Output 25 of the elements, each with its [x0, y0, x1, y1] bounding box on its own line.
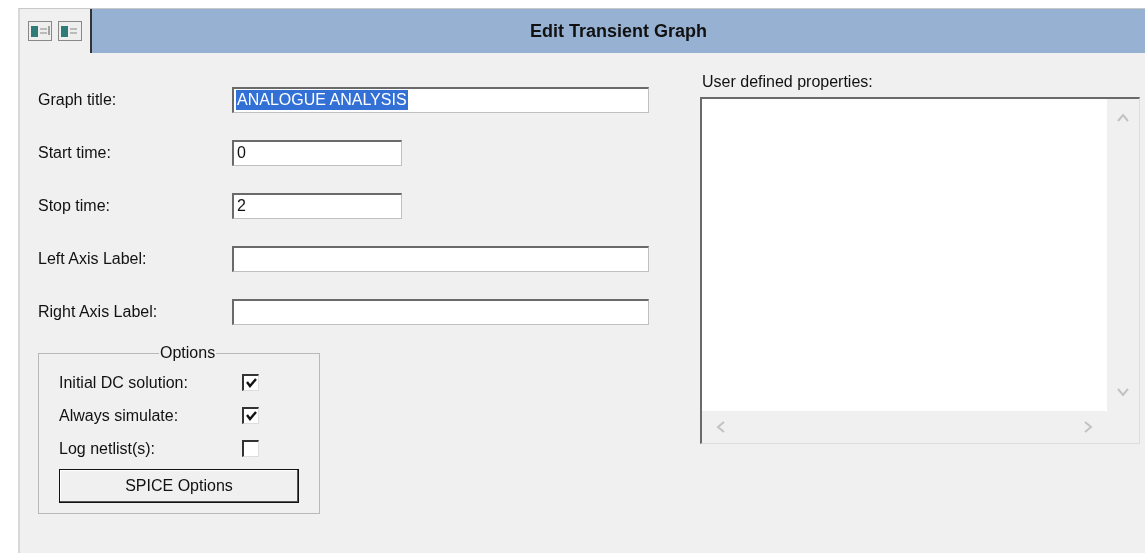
field-value: 2 — [236, 196, 247, 216]
option-label: Always simulate: — [59, 406, 180, 425]
checkbox[interactable] — [242, 407, 259, 424]
field-label: Stop time: — [38, 196, 112, 215]
checkbox[interactable] — [242, 440, 259, 457]
field-value: 0 — [236, 143, 247, 163]
input-field[interactable] — [232, 298, 649, 325]
field-label: Graph title: — [38, 90, 118, 109]
input-field[interactable]: 2 — [232, 192, 402, 219]
input-field[interactable] — [232, 245, 649, 272]
input-field[interactable]: ANALOGUE ANALYSIS — [232, 86, 649, 113]
input-field[interactable]: 0 — [232, 139, 402, 166]
group-title: Options — [159, 344, 217, 362]
field-label: Left Axis Label: — [38, 249, 148, 268]
properties-label: User defined properties: — [702, 73, 874, 91]
window-icon[interactable] — [28, 21, 52, 41]
window-icon[interactable] — [58, 21, 82, 41]
field-label: Right Axis Label: — [38, 302, 159, 321]
spice-options-button[interactable]: SPICE Options — [59, 469, 299, 503]
checkbox[interactable] — [242, 374, 259, 391]
field-value: ANALOGUE ANALYSIS — [236, 90, 408, 110]
option-label: Initial DC solution: — [59, 373, 189, 392]
window-title: Edit Transient Graph — [530, 20, 707, 42]
field-label: Start time: — [38, 143, 112, 162]
option-label: Log netlist(s): — [59, 439, 157, 458]
